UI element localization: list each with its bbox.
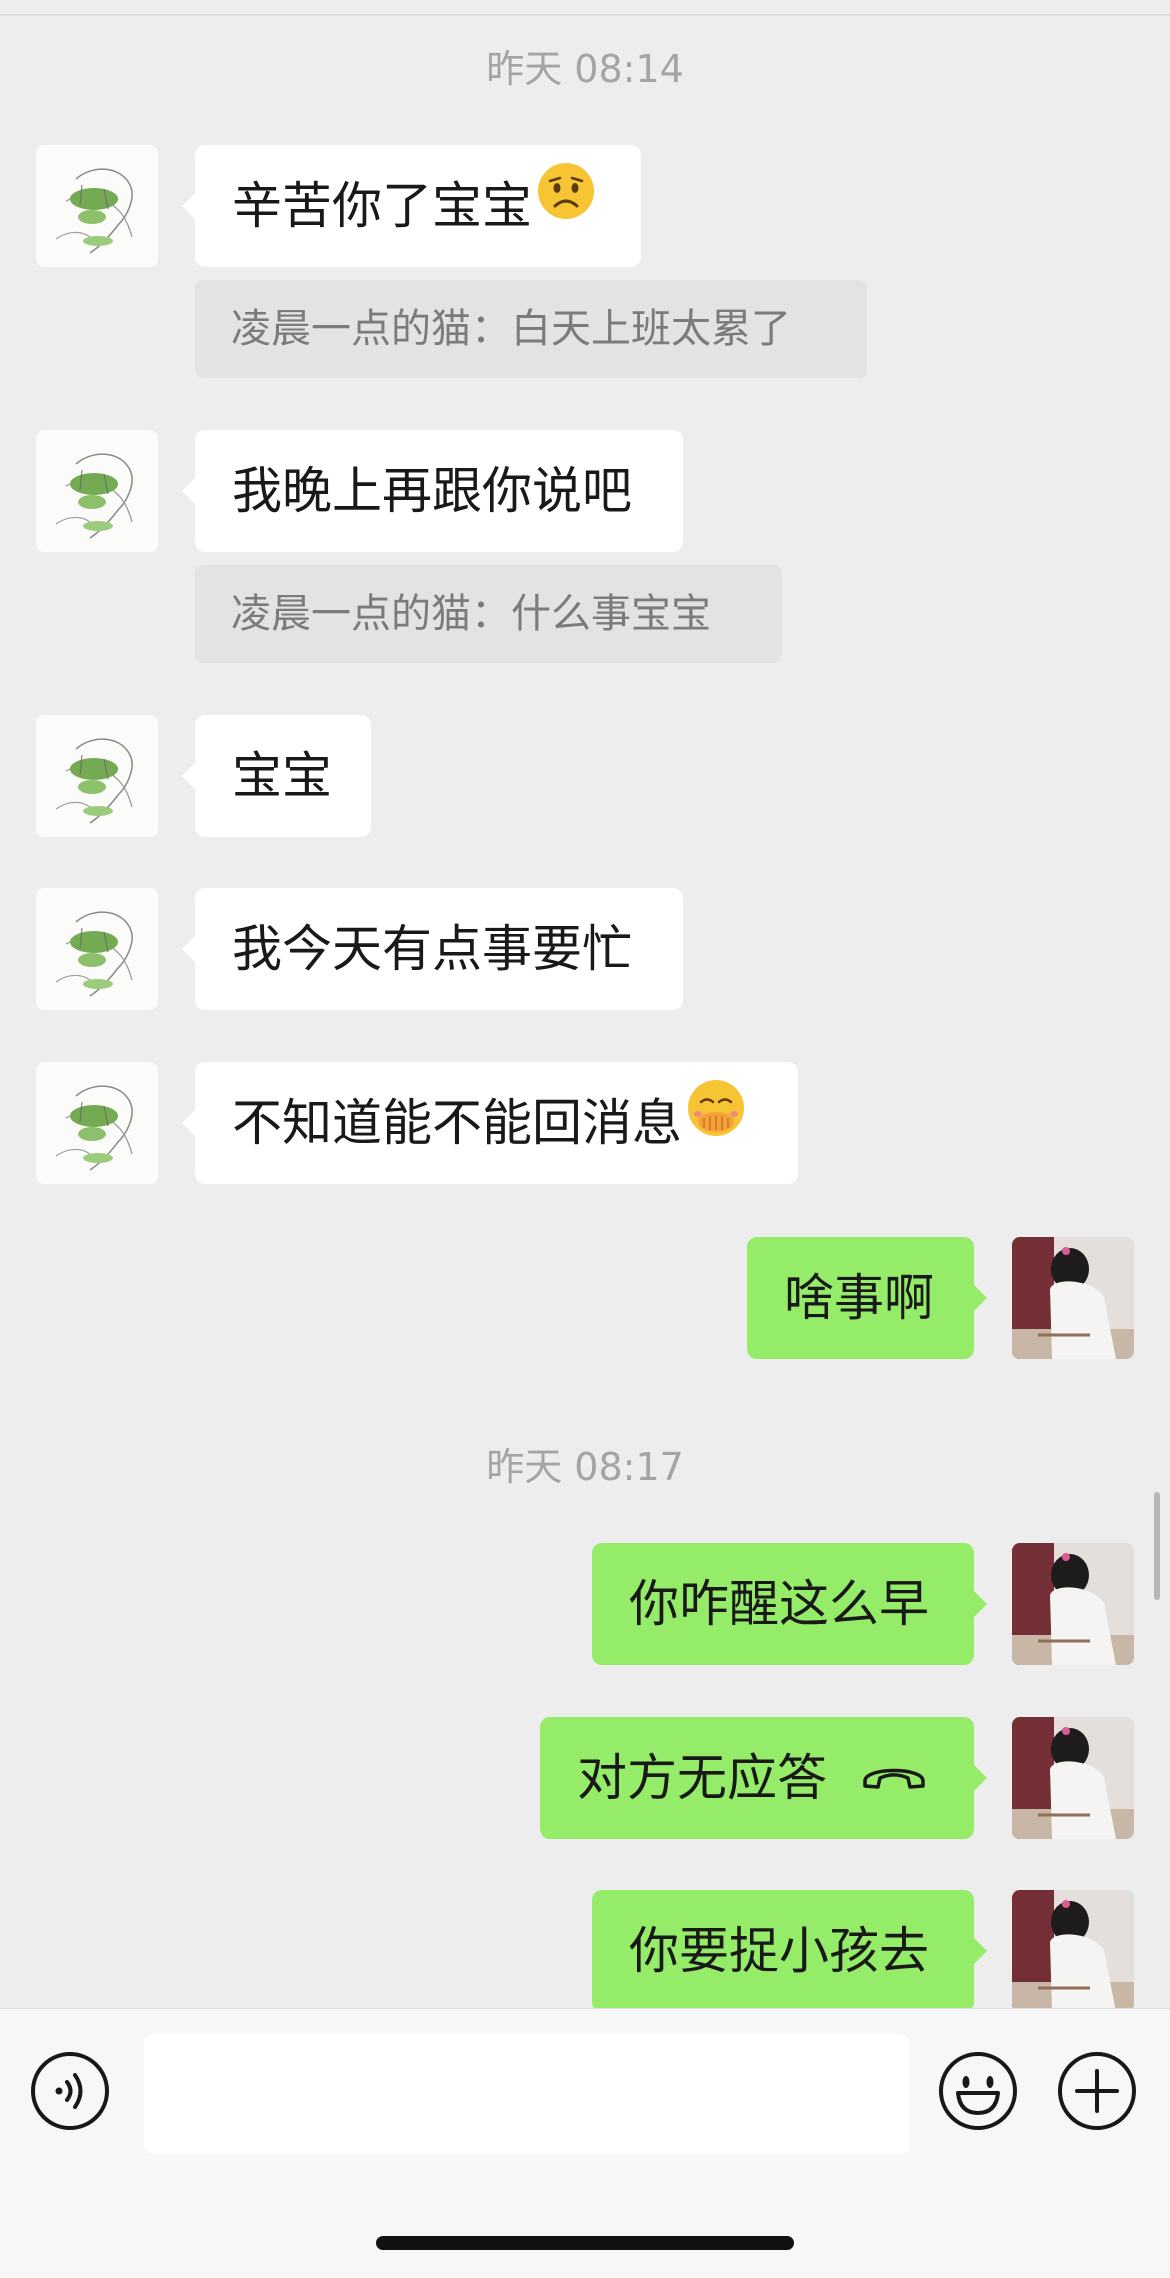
contact-avatar[interactable] bbox=[36, 888, 158, 1010]
message-text: 你要捉小孩去 bbox=[629, 1922, 929, 1980]
user-avatar[interactable] bbox=[1012, 1237, 1134, 1359]
message-text: 对方无应答 bbox=[577, 1749, 827, 1807]
outgoing-message[interactable]: 你咋醒这么早 bbox=[592, 1543, 987, 1665]
message-text: 辛苦你了宝宝 bbox=[232, 177, 532, 235]
incoming-message[interactable]: 辛苦你了宝宝 bbox=[182, 143, 641, 267]
user-avatar[interactable] bbox=[1012, 1717, 1134, 1839]
phone-hangup-icon bbox=[859, 1717, 929, 1839]
plus-icon[interactable] bbox=[1057, 2051, 1137, 2131]
contact-avatar[interactable] bbox=[36, 430, 158, 552]
message-text: 啥事啊 bbox=[784, 1269, 934, 1327]
outgoing-message[interactable]: 你要捉小孩去 bbox=[592, 1890, 987, 2008]
scroll-indicator[interactable] bbox=[1154, 1492, 1160, 1600]
incoming-message[interactable]: 我晚上再跟你说吧 bbox=[182, 430, 683, 552]
contact-avatar[interactable] bbox=[36, 1062, 158, 1184]
timestamp: 昨天 08:17 bbox=[486, 1445, 684, 1489]
hand-over-mouth-emoji bbox=[686, 1060, 746, 1182]
home-indicator[interactable] bbox=[376, 2236, 794, 2250]
smiley-icon[interactable] bbox=[938, 2051, 1018, 2131]
quoted-message[interactable]: 凌晨一点的猫：白天上班太累了 bbox=[195, 280, 867, 378]
incoming-message[interactable]: 不知道能不能回消息 bbox=[182, 1060, 798, 1184]
contact-avatar[interactable] bbox=[36, 145, 158, 267]
chat-area[interactable]: 昨天 08:14 辛苦你了宝宝 凌晨一点的猫：白天上班太累了 我晚上再跟你说吧 … bbox=[0, 0, 1170, 2008]
user-avatar[interactable] bbox=[1012, 1543, 1134, 1665]
timestamp: 昨天 08:14 bbox=[486, 47, 684, 91]
message-text: 宝宝 bbox=[232, 747, 332, 805]
quoted-message[interactable]: 凌晨一点的猫：什么事宝宝 bbox=[195, 565, 782, 663]
message-text: 我晚上再跟你说吧 bbox=[232, 462, 632, 520]
user-avatar[interactable] bbox=[1012, 1890, 1134, 2008]
call-record-message[interactable]: 对方无应答 bbox=[540, 1717, 987, 1839]
incoming-message[interactable]: 宝宝 bbox=[182, 715, 371, 837]
voice-icon[interactable] bbox=[30, 2051, 110, 2131]
outgoing-message[interactable]: 啥事啊 bbox=[747, 1237, 987, 1359]
message-text: 我今天有点事要忙 bbox=[232, 920, 632, 978]
worried-face-emoji bbox=[536, 143, 596, 265]
message-text: 你咋醒这么早 bbox=[629, 1575, 929, 1633]
message-input[interactable] bbox=[144, 2034, 910, 2154]
message-text: 不知道能不能回消息 bbox=[232, 1094, 682, 1152]
incoming-message[interactable]: 我今天有点事要忙 bbox=[182, 888, 683, 1010]
contact-avatar[interactable] bbox=[36, 715, 158, 837]
